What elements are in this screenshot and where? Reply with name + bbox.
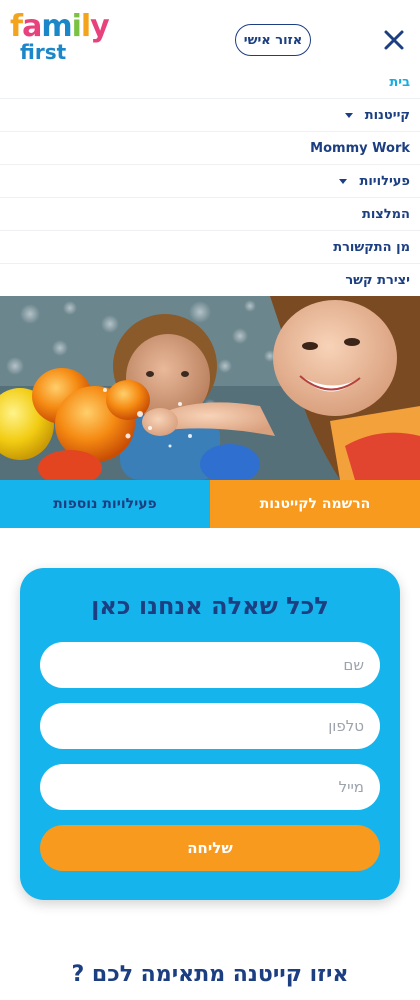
- logo-letter: l: [80, 9, 91, 44]
- nav-item-label: קייטנות: [364, 107, 410, 123]
- logo-wordmark-bottom: first: [20, 40, 67, 64]
- contact-form-card: לכל שאלה אנחנו כאן שליחה: [20, 568, 400, 900]
- logo-letter: y: [90, 9, 110, 44]
- hero-image: [0, 296, 420, 480]
- nav-item-label: יצירת קשר: [345, 272, 410, 288]
- nav-item-home[interactable]: בית: [0, 66, 420, 99]
- caret-down-icon[interactable]: [339, 178, 348, 184]
- email-field[interactable]: [40, 764, 380, 810]
- hero-illustration: [0, 296, 420, 480]
- family-first-logo[interactable]: family first: [10, 9, 114, 68]
- nav-item-label: פעילויות: [359, 173, 410, 189]
- logo-wordmark-top: family: [10, 9, 110, 44]
- header: family first אזור אישי: [0, 0, 420, 72]
- logo-letter: i: [71, 9, 82, 44]
- name-field[interactable]: [40, 642, 380, 688]
- phone-field[interactable]: [40, 703, 380, 749]
- tab-camp-registration[interactable]: הרשמה לקייטנות: [210, 480, 420, 528]
- section-heading: איזו קייטנה מתאימה לכם ?: [71, 962, 349, 987]
- nav-item-contact[interactable]: יצירת קשר: [0, 264, 420, 297]
- nav-item-media[interactable]: מן התקשורת: [0, 231, 420, 264]
- nav-item-label: בית: [389, 74, 410, 90]
- logo-letter: f: [10, 9, 23, 44]
- close-icon[interactable]: [380, 26, 408, 54]
- logo-letter: m: [41, 9, 72, 44]
- nav-item-recommendations[interactable]: המלצות: [0, 198, 420, 231]
- logo-letter: a: [22, 9, 42, 44]
- personal-area-button[interactable]: אזור אישי: [235, 24, 311, 56]
- nav-item-mommy-work[interactable]: Mommy Work: [0, 132, 420, 165]
- contact-form-title: לכל שאלה אנחנו כאן: [91, 592, 329, 620]
- tab-more-activities[interactable]: פעילויות נוספות: [0, 480, 210, 528]
- nav-item-label: Mommy Work: [310, 140, 410, 156]
- caret-down-icon[interactable]: [344, 112, 353, 118]
- send-button[interactable]: שליחה: [40, 825, 380, 871]
- nav-item-camps[interactable]: קייטנות: [0, 99, 420, 132]
- category-tabs: פעילויות נוספות הרשמה לקייטנות: [0, 480, 420, 528]
- nav-item-activities[interactable]: פעילויות: [0, 165, 420, 198]
- main-nav-menu: בית קייטנות Mommy Work פעילויות המלצות מ…: [0, 66, 420, 297]
- nav-item-label: מן התקשורת: [333, 239, 410, 255]
- nav-item-label: המלצות: [361, 206, 410, 222]
